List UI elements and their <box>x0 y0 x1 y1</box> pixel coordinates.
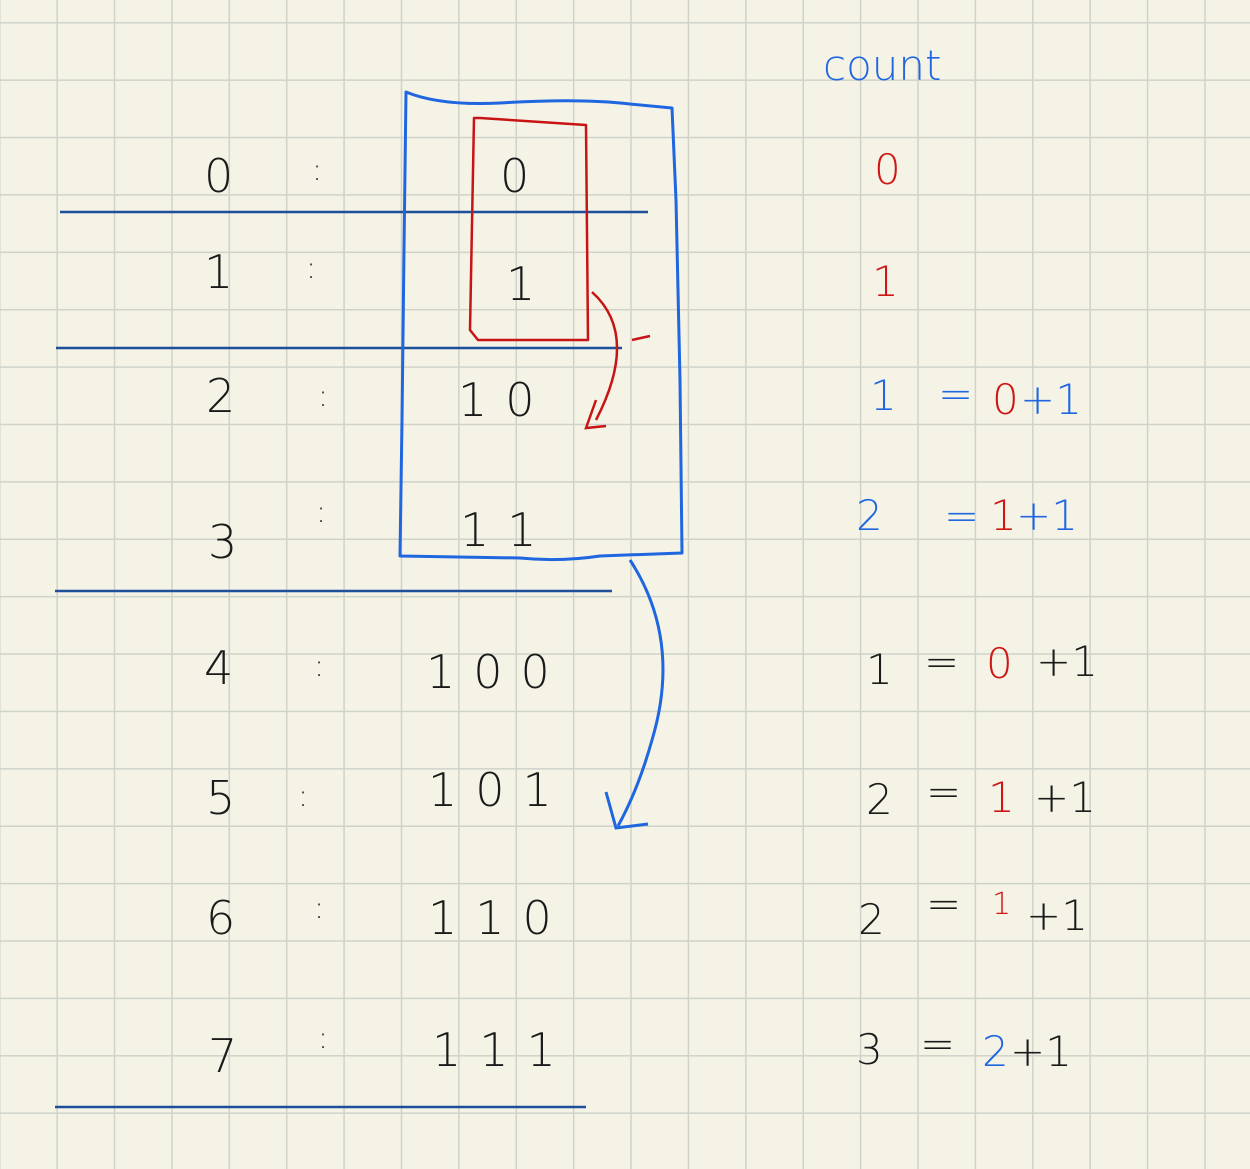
row: 6 : 110 <box>206 891 570 945</box>
decimal-value: 6 <box>206 891 235 945</box>
plus-one: +1 <box>1034 773 1096 822</box>
binary-value: 110 <box>428 891 570 945</box>
count-header: count <box>823 41 942 90</box>
decimal-value: 4 <box>204 641 233 695</box>
count-value: 0 <box>874 145 901 194</box>
plus-one: +1 <box>1016 491 1078 540</box>
colon: : <box>318 379 328 414</box>
decimal-value: 3 <box>208 515 237 569</box>
equals-sign: = <box>926 767 961 816</box>
binary-value: 0 <box>500 149 547 203</box>
count-value: 1 <box>872 257 899 306</box>
count-value: 3 <box>856 1025 883 1074</box>
colon: : <box>306 251 316 286</box>
row: 0 : 0 <box>204 149 547 203</box>
colon: : <box>298 779 308 814</box>
colon: : <box>316 495 326 530</box>
decimal-value: 1 <box>204 245 233 299</box>
red-tick-mark <box>631 334 651 342</box>
row: 7 : 111 <box>208 1021 574 1083</box>
binary-value: 111 <box>432 1023 574 1077</box>
count-value: 1 <box>870 371 897 420</box>
plus-one: +1 <box>1020 375 1082 424</box>
colon: : <box>314 891 324 926</box>
binary-value: 101 <box>428 763 570 817</box>
previous-count: 1 <box>990 491 1017 540</box>
plus-one: +1 <box>1036 637 1098 686</box>
decimal-value: 2 <box>206 369 235 423</box>
binary-value: 11 <box>460 503 555 557</box>
plus-one: +1 <box>1010 1027 1072 1076</box>
equals-sign: = <box>944 491 979 540</box>
previous-count: 1 <box>988 773 1015 822</box>
count-entry: 0 <box>874 145 901 194</box>
colon: : <box>314 649 324 684</box>
decimal-value: 7 <box>208 1029 237 1083</box>
row: 2 : 10 <box>206 369 553 427</box>
decimal-value: 5 <box>206 771 235 825</box>
count-entry: 3 = 2 +1 <box>856 1019 1072 1076</box>
count-entry: 2 = 1 +1 <box>856 491 1078 540</box>
equals-sign: = <box>926 879 961 928</box>
count-value: 2 <box>866 775 893 824</box>
decimal-value: 0 <box>204 149 233 203</box>
count-entry: 2 = 1 +1 <box>858 879 1088 944</box>
binary-value: 10 <box>458 373 553 427</box>
equals-sign: = <box>924 637 959 686</box>
count-entry: 2 = 1 +1 <box>866 767 1096 824</box>
count-value: 2 <box>858 895 885 944</box>
previous-count: 2 <box>982 1027 1009 1076</box>
row: 5 : 101 <box>206 763 570 825</box>
blue-arrow-icon <box>616 559 665 827</box>
previous-count: 1 <box>992 887 1011 922</box>
count-value: 2 <box>856 491 883 540</box>
count-entry: 1 <box>872 257 899 306</box>
count-entry: 1 = 0 +1 <box>866 637 1098 694</box>
previous-count: 0 <box>986 639 1013 688</box>
count-entry: 1 = 0 +1 <box>870 369 1082 424</box>
binary-value: 1 <box>506 257 553 311</box>
colon: : <box>318 1021 328 1056</box>
equals-sign: = <box>920 1019 955 1068</box>
count-value: 1 <box>866 645 893 694</box>
equals-sign: = <box>938 369 973 418</box>
notebook-diagram: count 0 : 0 1 : 1 2 : 10 3 : 11 4 : 100 … <box>55 41 1098 1109</box>
colon: : <box>312 153 322 188</box>
plus-one: +1 <box>1026 891 1088 940</box>
row: 1 : 1 <box>204 245 553 311</box>
binary-value: 100 <box>426 645 568 699</box>
row: 4 : 100 <box>204 641 568 699</box>
previous-count: 0 <box>992 375 1019 424</box>
